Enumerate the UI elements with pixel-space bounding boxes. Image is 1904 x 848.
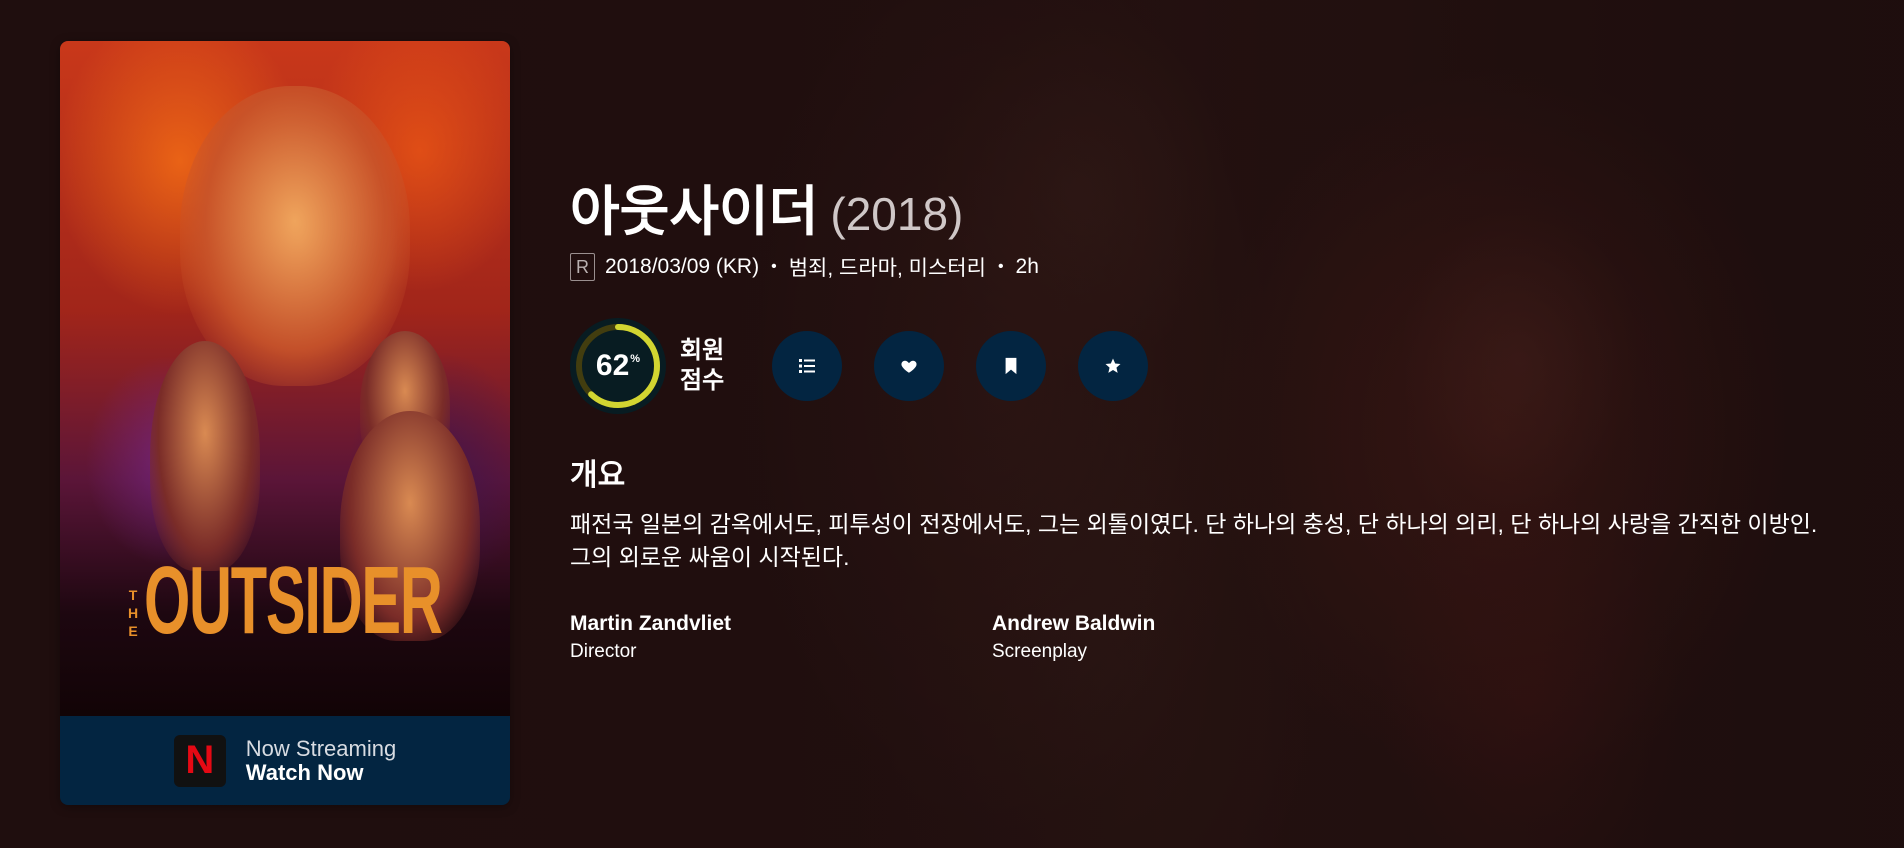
favorite-button[interactable] <box>874 331 944 401</box>
star-icon <box>1105 358 1121 373</box>
movie-title[interactable]: 아웃사이더 <box>570 180 818 244</box>
movie-details: 아웃사이더 (2018) R 2018/03/09 (KR) • 범죄, 드라마… <box>570 180 1850 666</box>
score-unit: % <box>630 353 641 365</box>
crew-name[interactable]: Martin Zandvliet <box>570 610 992 638</box>
runtime: 2h <box>1015 255 1039 278</box>
crew-name[interactable]: Andrew Baldwin <box>992 610 1414 638</box>
now-streaming-label: Now Streaming <box>245 735 397 761</box>
poster-title-art: THE OUTSIDER <box>125 547 510 654</box>
poster-figure-left <box>150 341 260 571</box>
action-row: 62% 회원 점수 <box>570 318 1850 414</box>
user-score-chart: 62% <box>570 318 666 414</box>
user-score-label: 회원 점수 <box>680 336 740 396</box>
movie-header: THE OUTSIDER N Now Streaming Watch Now 아… <box>0 0 1904 848</box>
heart-icon <box>901 360 917 373</box>
release-year: (2018) <box>830 188 964 240</box>
crew-job: Screenplay <box>992 641 1088 662</box>
watch-now-label: Watch Now <box>245 759 364 785</box>
user-score-label-line1: 회원 <box>680 337 725 364</box>
crew-job: Director <box>570 641 637 662</box>
crew-item-director: Martin Zandvliet Director <box>570 610 992 666</box>
add-to-list-button[interactable] <box>772 331 842 401</box>
overview-heading: 개요 <box>570 459 626 492</box>
separator-dot: • <box>771 258 777 275</box>
crew-list: Martin Zandvliet Director Andrew Baldwin… <box>570 610 1850 666</box>
poster-face-art <box>180 86 410 386</box>
streaming-text: Now Streaming Watch Now <box>245 735 397 785</box>
separator-dot: • <box>997 258 1004 275</box>
certification-badge: R <box>570 253 595 281</box>
title-row: 아웃사이더 (2018) <box>570 180 1850 244</box>
watchlist-button[interactable] <box>976 331 1046 401</box>
score-number: 62 <box>595 349 630 382</box>
poster-title-main: OUTSIDER <box>144 547 443 654</box>
poster-image[interactable]: THE OUTSIDER <box>60 41 510 716</box>
release-date: 2018/03/09 (KR) <box>605 255 760 278</box>
user-score[interactable]: 62% 회원 점수 <box>570 318 740 414</box>
poster-card: THE OUTSIDER N Now Streaming Watch Now <box>60 41 510 805</box>
genres[interactable]: 범죄, 드라마, 미스터리 <box>789 252 986 282</box>
list-icon <box>799 359 815 373</box>
user-score-label-line2: 점수 <box>680 367 725 394</box>
poster-title-small: THE <box>125 587 141 641</box>
crew-item-screenplay: Andrew Baldwin Screenplay <box>992 610 1414 666</box>
netflix-logo-icon: N <box>173 734 226 787</box>
netflix-logo-letter: N <box>185 738 215 782</box>
score-value: 62% <box>570 318 666 414</box>
movie-facts: R 2018/03/09 (KR) • 범죄, 드라마, 미스터리 • 2h <box>570 252 1850 282</box>
bookmark-icon <box>1005 357 1017 375</box>
rate-button[interactable] <box>1078 331 1148 401</box>
now-streaming-button[interactable]: N Now Streaming Watch Now <box>60 716 510 805</box>
overview-text: 패전국 일본의 감옥에서도, 피투성이 전장에서도, 그는 외톨이였다. 단 하… <box>570 511 1818 570</box>
